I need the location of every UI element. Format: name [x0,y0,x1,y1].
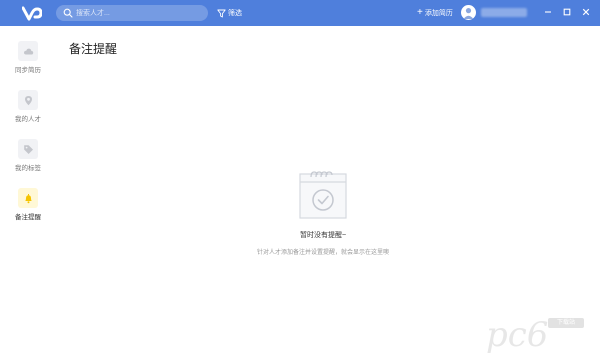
minimize-icon [545,11,551,13]
empty-state-title: 暂时没有提醒~ [299,232,347,239]
top-bar: 筛选 + 添加简历 [0,0,600,26]
username-redacted[interactable] [481,8,527,17]
pc6-watermark-logo: pc6 [486,315,548,354]
tag-icon [23,144,33,154]
bell-icon [24,193,32,203]
sidebar-item-label: 我的人才 [15,116,41,123]
close-icon [582,8,590,16]
sidebar-item-reminders[interactable]: 备注提醒 [0,188,56,232]
watermark-brand: pc6 [486,315,548,354]
minimize-button[interactable] [542,6,554,18]
cloud-icon [23,48,33,54]
sidebar-item-label: 同步简历 [15,67,41,74]
add-resume-label: 添加简历 [424,10,453,17]
filter-icon [217,9,226,17]
user-avatar-icon [463,8,474,19]
sidebar-item-tile [18,41,38,61]
close-button[interactable] [580,6,592,18]
search-icon [63,8,73,18]
app-logo-icon[interactable] [22,5,42,21]
sidebar: 同步简历 我的人才 我的标签 备注提醒 [0,26,56,360]
sidebar-item-sync-resume[interactable]: 同步简历 [0,41,56,85]
watermark-sub: 下载站 [548,318,584,328]
filter-label: 筛选 [228,10,242,17]
sidebar-item-my-tags[interactable]: 我的标签 [0,139,56,183]
empty-state-description: 针对人才添加备注并设置提醒，就会显示在这里噢 [256,250,389,256]
plus-icon: + [417,7,423,18]
sidebar-item-label: 我的标签 [15,165,41,172]
add-resume-button[interactable]: + 添加简历 [417,7,453,19]
sidebar-item-tile [18,90,38,110]
filter-button[interactable]: 筛选 [217,7,242,19]
sidebar-item-my-talent[interactable]: 我的人才 [0,90,56,134]
maximize-button[interactable] [561,6,573,18]
sidebar-item-tile [18,139,38,159]
sidebar-item-label: 备注提醒 [15,214,41,221]
search-input[interactable] [76,6,202,20]
avatar[interactable] [461,5,476,20]
calendar-check-icon [299,171,347,219]
sidebar-item-tile [18,188,38,208]
page-title: 备注提醒 [69,42,118,56]
search-box[interactable] [56,5,208,21]
location-pin-icon [24,95,32,105]
maximize-icon [563,8,571,16]
